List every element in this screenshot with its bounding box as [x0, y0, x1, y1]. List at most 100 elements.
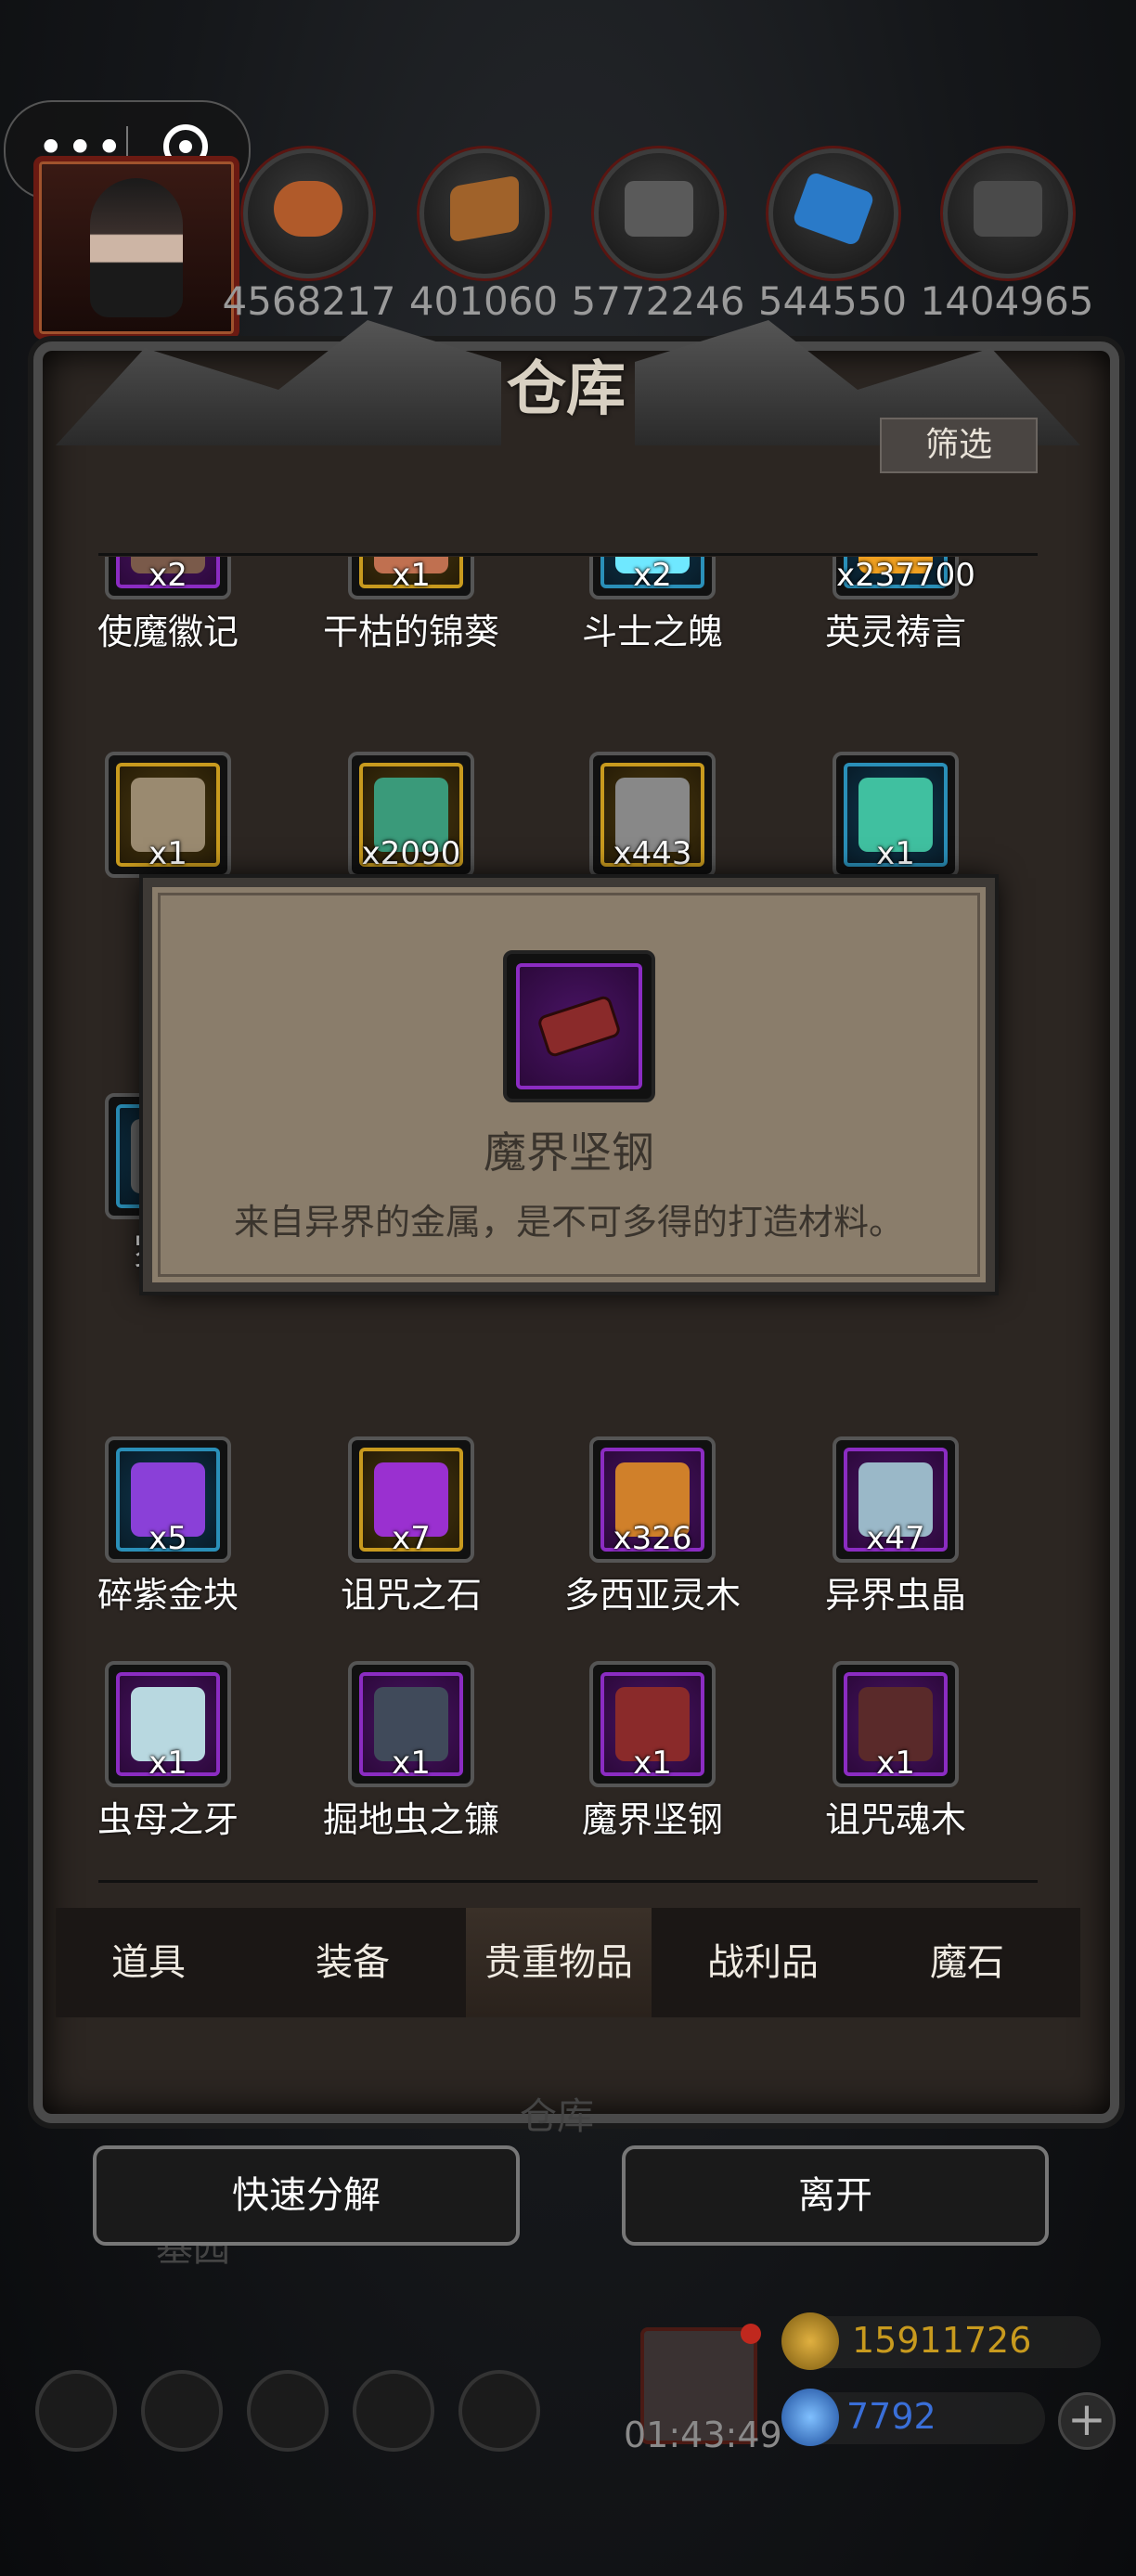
meat-icon: [274, 181, 342, 237]
item-name: 斗士之魄: [581, 612, 723, 652]
item-quantity: x1: [876, 835, 915, 872]
inventory-item[interactable]: x1 魔界坚钢: [582, 1661, 723, 1840]
inventory-item[interactable]: x237700 英灵祷言: [825, 557, 975, 652]
item-slot[interactable]: x1: [348, 1661, 474, 1787]
item-name: 诅咒之石: [340, 1575, 482, 1616]
resource-count-5: 1404965: [920, 278, 1094, 324]
wood-icon: [450, 174, 519, 243]
grid-top-divider: [98, 553, 1038, 556]
gem-amount: 7792: [846, 2396, 936, 2437]
item-quantity: x1: [148, 835, 187, 872]
item-name: 多西亚灵木: [563, 1575, 741, 1616]
resource-icon-3: [594, 148, 724, 278]
item-slot[interactable]: x7: [348, 1436, 474, 1563]
notification-dot: [741, 2324, 761, 2344]
item-slot[interactable]: x1: [105, 1661, 231, 1787]
inventory-item[interactable]: x1: [98, 752, 238, 878]
resource-count-3: 5772246: [571, 278, 745, 324]
inventory-item[interactable]: x1: [826, 752, 965, 878]
item-name: 干枯的锦葵: [322, 612, 499, 652]
leave-button[interactable]: 离开: [622, 2145, 1049, 2246]
tab-loot[interactable]: 战利品: [670, 1908, 856, 2017]
inventory-item[interactable]: x1 干枯的锦葵: [323, 557, 499, 652]
resource-icon-5: [943, 148, 1073, 278]
item-quantity: x47: [866, 1520, 925, 1557]
grid-bottom-divider: [98, 1880, 1038, 1883]
item-quantity: x1: [392, 557, 431, 594]
item-quantity: x1: [148, 1745, 187, 1782]
item-quantity: x1: [633, 1745, 672, 1782]
gold-coin-icon: [781, 2312, 839, 2370]
item-slot[interactable]: x1: [589, 1661, 716, 1787]
gold-amount: 15911726: [852, 2320, 1032, 2361]
item-quantity: x5: [148, 1520, 187, 1557]
tab-items[interactable]: 道具: [56, 1908, 241, 2017]
item-quantity: x443: [613, 835, 692, 872]
inventory-item[interactable]: x1 掘地虫之镰: [323, 1661, 499, 1840]
gift-timer: 01:43:49: [624, 2415, 782, 2455]
resource-count-4: 544550: [757, 278, 908, 324]
resource-count-2: 401060: [408, 278, 559, 324]
resource-icon-4: [768, 148, 898, 278]
crystal-icon: [791, 171, 876, 247]
category-tabs: 道具 装备 贵重物品 战利品 魔石: [56, 1908, 1080, 2017]
star-icon[interactable]: [141, 2370, 223, 2452]
tab-valuables[interactable]: 贵重物品: [466, 1908, 652, 2017]
resource-icon-2: [420, 148, 549, 278]
inventory-item[interactable]: x7 诅咒之石: [341, 1436, 482, 1616]
item-detail-popup: 魔界坚钢 来自异界的金属，是不可多得的打造材料。: [143, 878, 995, 1292]
shield-icon[interactable]: [458, 2370, 540, 2452]
item-slot[interactable]: x237700: [833, 557, 975, 599]
gem-icon: [781, 2389, 839, 2446]
item-quantity: x1: [392, 1745, 431, 1782]
inventory-item[interactable]: x326 多西亚灵木: [564, 1436, 741, 1616]
item-quantity: x326: [613, 1520, 692, 1557]
item-name: 异界虫晶: [824, 1575, 966, 1616]
item-slot[interactable]: x2: [105, 557, 231, 599]
item-quantity: x7: [392, 1520, 431, 1557]
item-slot[interactable]: x2090: [348, 752, 474, 878]
inventory-item[interactable]: x2 斗士之魄: [582, 557, 723, 652]
tab-magic-stone[interactable]: 魔石: [874, 1908, 1060, 2017]
item-slot[interactable]: x1: [105, 752, 231, 878]
iron-icon: [974, 181, 1042, 237]
portrait-image: [90, 178, 183, 317]
steel-ingot-icon: [539, 998, 619, 1055]
item-name: 碎紫金块: [98, 1575, 239, 1616]
popup-item-slot: [503, 950, 655, 1102]
inventory-item[interactable]: x47 异界虫晶: [825, 1436, 966, 1616]
inventory-item[interactable]: x2 使魔徽记: [98, 557, 239, 652]
filter-button[interactable]: 筛选: [880, 418, 1038, 473]
item-name: 魔界坚钢: [581, 1799, 723, 1840]
inventory-item[interactable]: x443: [583, 752, 722, 878]
popup-item-frame: [516, 963, 642, 1089]
inventory-item[interactable]: x2090: [342, 752, 481, 878]
guild-icon[interactable]: [247, 2370, 329, 2452]
popup-item-description: 来自异界的金属，是不可多得的打造材料。: [233, 1202, 904, 1243]
tab-equipment[interactable]: 装备: [260, 1908, 445, 2017]
item-quantity: x2090: [361, 835, 461, 872]
item-slot[interactable]: x1: [833, 752, 959, 878]
item-quantity: x1: [876, 1745, 915, 1782]
item-name: 虫母之牙: [98, 1799, 239, 1840]
item-quantity: x237700: [836, 557, 975, 594]
item-slot[interactable]: x2: [589, 557, 716, 599]
mail-icon[interactable]: [353, 2370, 434, 2452]
item-slot[interactable]: x326: [589, 1436, 716, 1563]
item-slot[interactable]: x443: [589, 752, 716, 878]
item-slot[interactable]: x5: [105, 1436, 231, 1563]
item-name: 英灵祷言: [824, 612, 966, 652]
item-slot[interactable]: x1: [833, 1661, 959, 1787]
inventory-item[interactable]: x1 诅咒魂木: [825, 1661, 966, 1840]
item-slot[interactable]: x47: [833, 1436, 959, 1563]
player-avatar[interactable]: [33, 156, 239, 340]
quick-decompose-button[interactable]: 快速分解: [93, 2145, 520, 2246]
settings-icon[interactable]: [35, 2370, 117, 2452]
item-slot[interactable]: x1: [348, 557, 474, 599]
resource-count-1: 4568217: [222, 278, 396, 324]
inventory-item[interactable]: x5 碎紫金块: [98, 1436, 239, 1616]
background-warehouse-label: 仓库: [520, 2095, 594, 2138]
add-currency-button[interactable]: +: [1058, 2392, 1116, 2450]
resource-icon-1: [243, 148, 373, 278]
inventory-item[interactable]: x1 虫母之牙: [98, 1661, 239, 1840]
